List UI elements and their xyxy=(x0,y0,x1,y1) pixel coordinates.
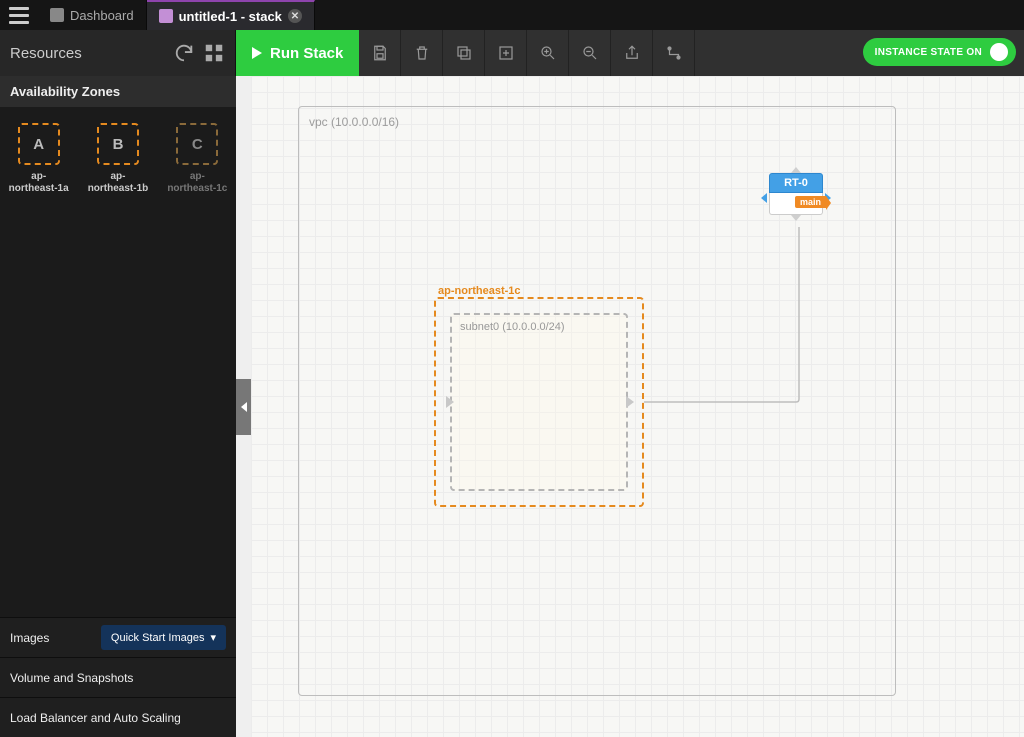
toggle-knob xyxy=(990,43,1008,61)
panel-loadbalancer[interactable]: Load Balancer and Auto Scaling xyxy=(0,697,236,737)
rt-name: RT-0 xyxy=(769,173,823,193)
zoom-out-button[interactable] xyxy=(569,30,611,76)
tab-stack[interactable]: untitled-1 - stack ✕ xyxy=(147,0,315,30)
az-item-c[interactable]: C ap-northeast-1c xyxy=(167,123,228,195)
subnet-box[interactable]: subnet0 (10.0.0.0/24) xyxy=(450,313,628,491)
panel-images-label: Images xyxy=(10,631,49,645)
refresh-icon[interactable] xyxy=(173,42,195,64)
panel-volumes[interactable]: Volume and Snapshots xyxy=(0,657,236,697)
connections-button[interactable] xyxy=(653,30,695,76)
canvas[interactable]: vpc (10.0.0.0/16) ap-northeast-1c subnet… xyxy=(251,76,1024,737)
az-label: ap-northeast-1c xyxy=(167,171,228,195)
tab-stack-label: untitled-1 - stack xyxy=(179,9,282,24)
subnet-port-left-icon[interactable] xyxy=(446,396,454,408)
add-button[interactable] xyxy=(485,30,527,76)
collapse-sidebar-handle[interactable] xyxy=(236,379,251,435)
rt-port-down-icon[interactable] xyxy=(791,215,801,221)
zoom-in-button[interactable] xyxy=(527,30,569,76)
az-box: A xyxy=(18,123,60,165)
az-item-a[interactable]: A ap-northeast-1a xyxy=(8,123,69,195)
grid-icon[interactable] xyxy=(203,42,225,64)
az-label: ap-northeast-1b xyxy=(87,171,148,195)
az-zone-label: ap-northeast-1c xyxy=(438,285,521,297)
vpc-container[interactable]: vpc (10.0.0.0/16) ap-northeast-1c subnet… xyxy=(298,106,896,696)
run-stack-label: Run Stack xyxy=(270,45,343,62)
sidebar-title: Resources xyxy=(10,45,165,62)
rt-port-left-icon[interactable] xyxy=(761,193,767,203)
az-box: C xyxy=(176,123,218,165)
sidebar: Availability Zones A ap-northeast-1a B a… xyxy=(0,76,236,737)
az-item-b[interactable]: B ap-northeast-1b xyxy=(87,123,148,195)
close-icon[interactable]: ✕ xyxy=(288,9,302,23)
tab-dashboard[interactable]: Dashboard xyxy=(38,0,147,30)
run-stack-button[interactable]: Run Stack xyxy=(236,30,359,76)
panel-volumes-label: Volume and Snapshots xyxy=(10,671,133,685)
instance-state-toggle[interactable]: INSTANCE STATE ON xyxy=(863,38,1016,66)
panel-lb-label: Load Balancer and Auto Scaling xyxy=(10,711,181,725)
tab-dashboard-label: Dashboard xyxy=(70,8,134,23)
delete-button[interactable] xyxy=(401,30,443,76)
az-zone[interactable]: ap-northeast-1c subnet0 (10.0.0.0/24) xyxy=(434,297,644,507)
menu-button[interactable] xyxy=(0,0,38,30)
rt-main-tag: main xyxy=(795,196,826,208)
save-button[interactable] xyxy=(359,30,401,76)
export-button[interactable] xyxy=(611,30,653,76)
section-availability-zones[interactable]: Availability Zones xyxy=(0,76,236,107)
play-icon xyxy=(252,47,262,59)
duplicate-button[interactable] xyxy=(443,30,485,76)
instance-state-label: INSTANCE STATE ON xyxy=(875,47,982,58)
panel-images[interactable]: Images Quick Start Images ▾ xyxy=(0,617,236,657)
dashboard-icon xyxy=(50,8,64,22)
caret-down-icon: ▾ xyxy=(210,631,216,644)
subnet-port-right-icon[interactable] xyxy=(626,396,634,408)
az-label: ap-northeast-1a xyxy=(8,171,69,195)
subnet-label: subnet0 (10.0.0.0/24) xyxy=(460,321,618,333)
quick-start-images-button[interactable]: Quick Start Images ▾ xyxy=(101,625,226,650)
stack-icon xyxy=(159,9,173,23)
az-box: B xyxy=(97,123,139,165)
route-table-node[interactable]: RT-0 main xyxy=(769,167,823,221)
quick-start-label: Quick Start Images xyxy=(111,632,205,644)
vpc-label: vpc (10.0.0.0/16) xyxy=(309,115,885,129)
